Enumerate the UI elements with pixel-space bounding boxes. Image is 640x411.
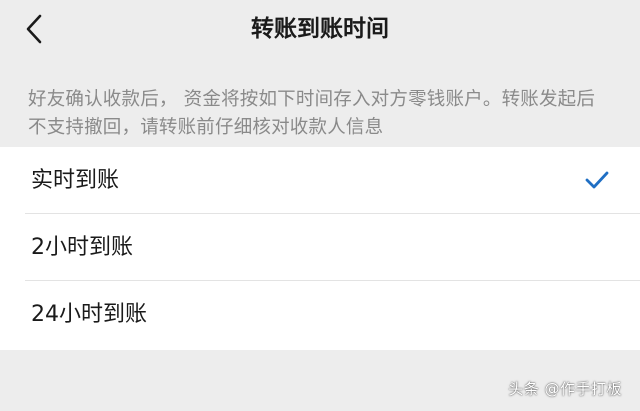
arrival-time-options: 实时到账 2小时到账 24小时到账 xyxy=(0,147,640,350)
watermark: 头条 @作手打板 xyxy=(508,380,622,398)
navigation-bar: 转账到账时间 xyxy=(0,0,640,62)
transfer-description: 好友确认收款后， 资金将按如下时间存入对方零钱账户。转账发起后不支持撤回，请转账… xyxy=(28,89,596,138)
option-label: 实时到账 xyxy=(31,168,120,193)
option-label: 2小时到账 xyxy=(31,235,133,260)
checkmark-icon xyxy=(585,171,609,189)
option-2-hours[interactable]: 2小时到账 xyxy=(0,214,640,281)
option-label: 24小时到账 xyxy=(31,302,147,327)
option-24-hours[interactable]: 24小时到账 xyxy=(0,281,640,350)
page-title: 转账到账时间 xyxy=(251,16,389,42)
option-realtime[interactable]: 实时到账 xyxy=(0,147,640,214)
